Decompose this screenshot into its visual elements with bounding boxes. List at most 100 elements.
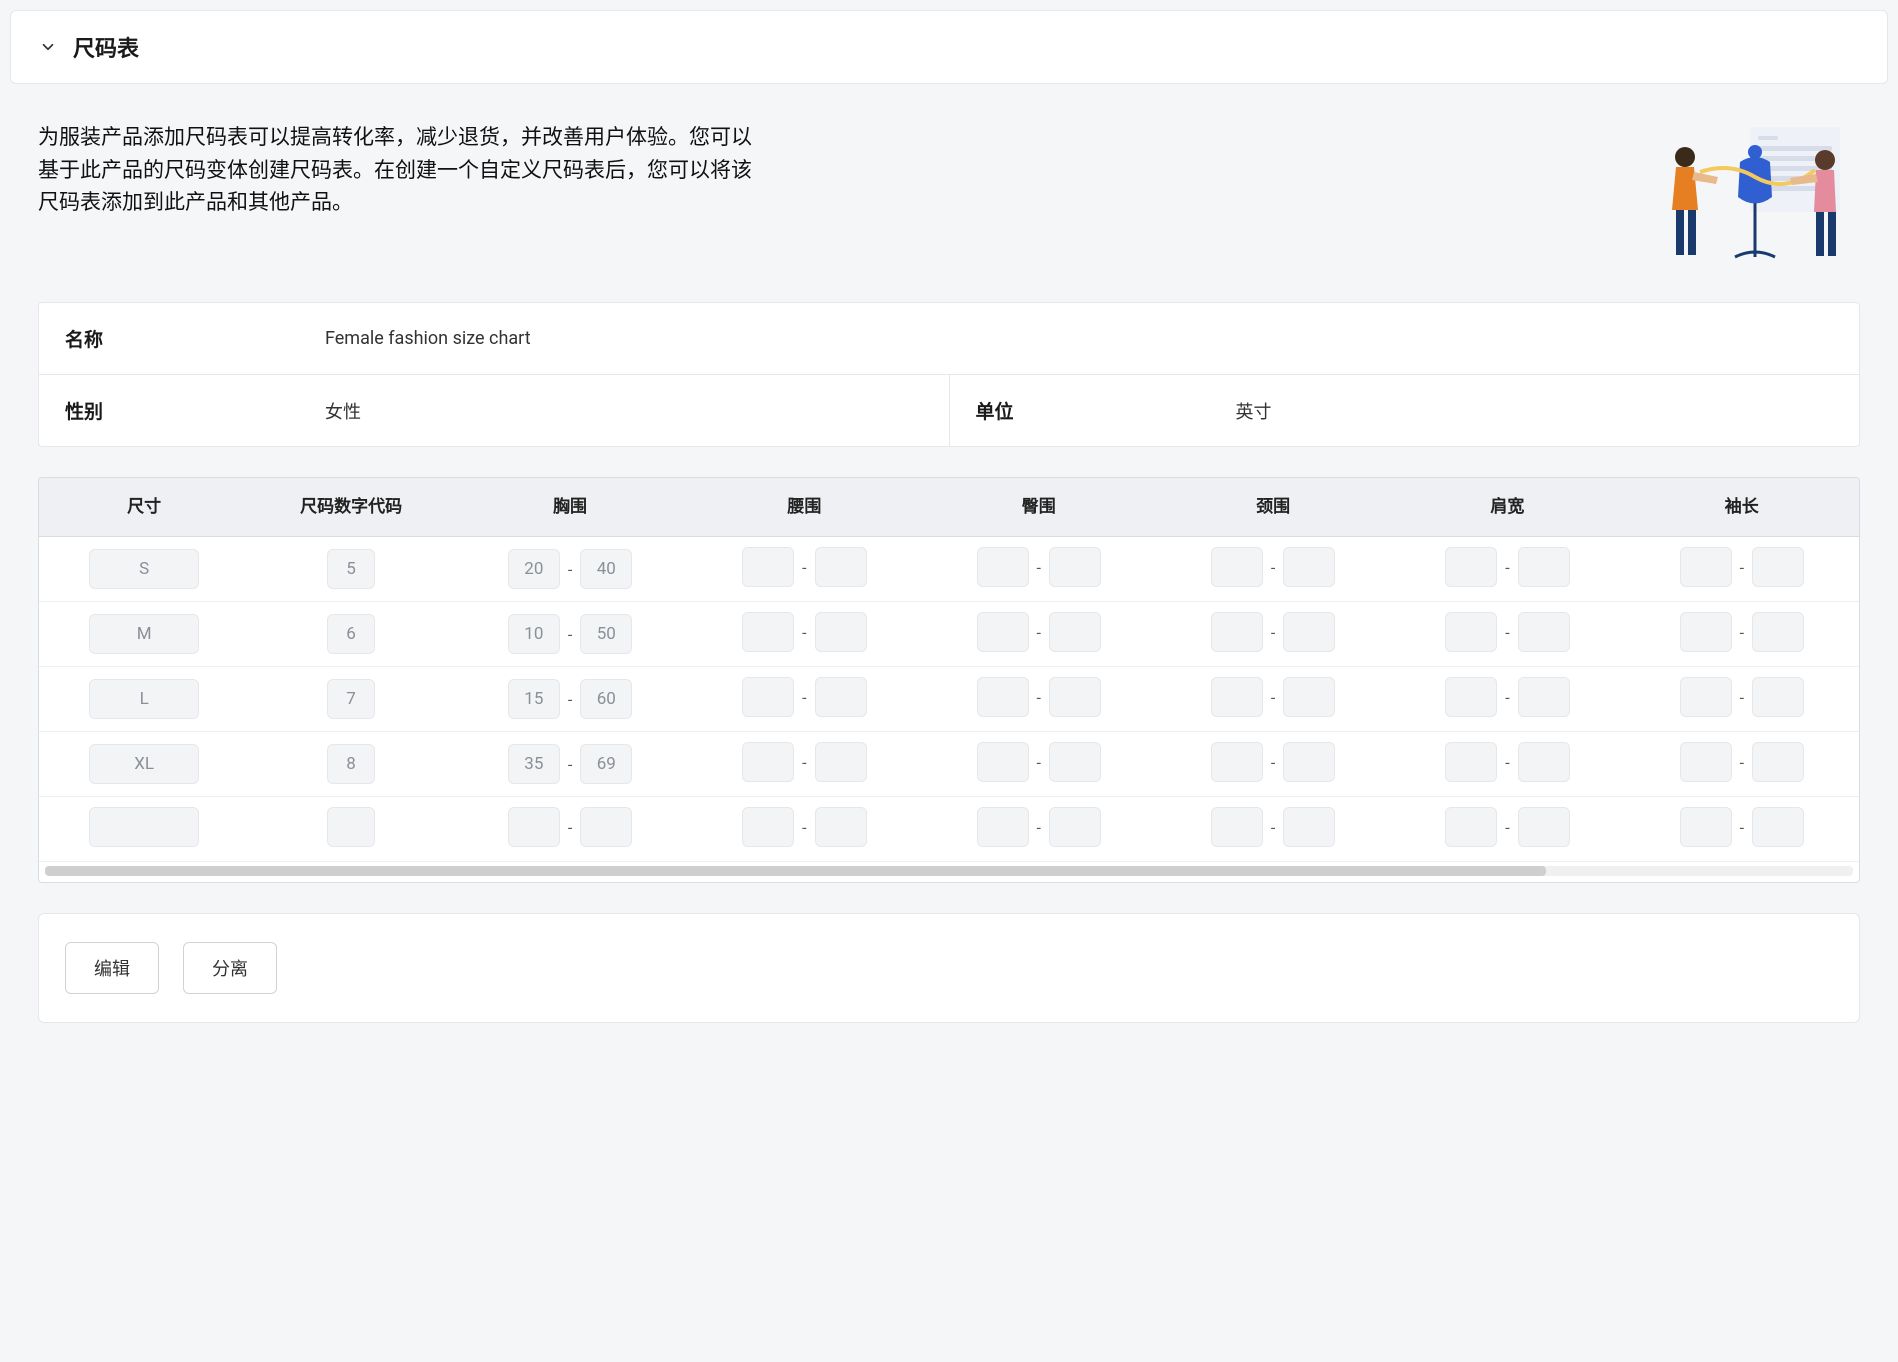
neck-min-input[interactable] xyxy=(1211,612,1263,652)
code-input[interactable] xyxy=(327,807,375,847)
bust-min-input[interactable] xyxy=(508,807,560,847)
neck-range: - xyxy=(1211,677,1335,717)
bust-max-input[interactable]: 60 xyxy=(580,679,632,719)
section-header[interactable]: 尺码表 xyxy=(10,10,1888,84)
range-dash: - xyxy=(1740,688,1744,707)
sleeve-max-input[interactable] xyxy=(1752,807,1804,847)
hip-max-input[interactable] xyxy=(1049,547,1101,587)
horizontal-scrollbar[interactable] xyxy=(45,866,1853,876)
hip-max-input[interactable] xyxy=(1049,742,1101,782)
range-dash: - xyxy=(1037,753,1041,772)
sleeve-min-input[interactable] xyxy=(1680,612,1732,652)
shoulder-min-input[interactable] xyxy=(1445,547,1497,587)
waist-max-input[interactable] xyxy=(815,677,867,717)
neck-max-input[interactable] xyxy=(1283,807,1335,847)
waist-min-input[interactable] xyxy=(742,612,794,652)
bust-max-input[interactable]: 50 xyxy=(580,614,632,654)
waist-max-input[interactable] xyxy=(815,612,867,652)
bust-range: 10-50 xyxy=(508,614,632,654)
intro-text: 为服装产品添加尺码表可以提高转化率，减少退货，并改善用户体验。您可以基于此产品的… xyxy=(38,122,758,220)
neck-min-input[interactable] xyxy=(1211,677,1263,717)
bust-min-input[interactable]: 35 xyxy=(508,744,560,784)
size-input[interactable]: XL xyxy=(89,744,199,784)
shoulder-range: - xyxy=(1445,612,1569,652)
range-dash: - xyxy=(1505,623,1509,642)
sleeve-range: - xyxy=(1680,612,1804,652)
code-input[interactable]: 8 xyxy=(327,744,375,784)
shoulder-min-input[interactable] xyxy=(1445,612,1497,652)
neck-min-input[interactable] xyxy=(1211,742,1263,782)
shoulder-max-input[interactable] xyxy=(1518,807,1570,847)
bust-max-input[interactable]: 69 xyxy=(580,744,632,784)
shoulder-max-input[interactable] xyxy=(1518,547,1570,587)
sleeve-min-input[interactable] xyxy=(1680,742,1732,782)
code-input[interactable]: 5 xyxy=(327,549,375,589)
code-input[interactable]: 6 xyxy=(327,614,375,654)
hip-min-input[interactable] xyxy=(977,677,1029,717)
waist-range: - xyxy=(742,742,866,782)
shoulder-min-input[interactable] xyxy=(1445,807,1497,847)
hip-min-input[interactable] xyxy=(977,742,1029,782)
sleeve-max-input[interactable] xyxy=(1752,612,1804,652)
hip-min-input[interactable] xyxy=(977,547,1029,587)
scrollbar-thumb[interactable] xyxy=(45,866,1546,876)
range-dash: - xyxy=(568,690,572,709)
sleeve-max-input[interactable] xyxy=(1752,677,1804,717)
waist-min-input[interactable] xyxy=(742,742,794,782)
sleeve-min-input[interactable] xyxy=(1680,677,1732,717)
bust-max-input[interactable]: 40 xyxy=(580,549,632,589)
waist-max-input[interactable] xyxy=(815,742,867,782)
sleeve-max-input[interactable] xyxy=(1752,547,1804,587)
hip-min-input[interactable] xyxy=(977,612,1029,652)
waist-min-input[interactable] xyxy=(742,547,794,587)
waist-range: - xyxy=(742,807,866,847)
range-dash: - xyxy=(568,818,572,837)
waist-min-input[interactable] xyxy=(742,677,794,717)
hip-range: - xyxy=(977,807,1101,847)
neck-min-input[interactable] xyxy=(1211,547,1263,587)
detach-button[interactable]: 分离 xyxy=(183,942,277,994)
range-dash: - xyxy=(802,558,806,577)
hip-max-input[interactable] xyxy=(1049,612,1101,652)
bust-range: 20-40 xyxy=(508,549,632,589)
neck-max-input[interactable] xyxy=(1283,547,1335,587)
range-dash: - xyxy=(1740,558,1744,577)
size-input[interactable] xyxy=(89,807,199,847)
table-header-row: 尺寸 尺码数字代码 胸围 腰围 臀围 颈围 肩宽 袖长 xyxy=(39,478,1859,537)
shoulder-max-input[interactable] xyxy=(1518,742,1570,782)
shoulder-min-input[interactable] xyxy=(1445,677,1497,717)
bust-min-input[interactable]: 20 xyxy=(508,549,560,589)
bust-min-input[interactable]: 15 xyxy=(508,679,560,719)
range-dash: - xyxy=(1271,623,1275,642)
waist-max-input[interactable] xyxy=(815,807,867,847)
sleeve-min-input[interactable] xyxy=(1680,547,1732,587)
actions-card: 编辑 分离 xyxy=(38,913,1860,1023)
neck-max-input[interactable] xyxy=(1283,612,1335,652)
neck-max-input[interactable] xyxy=(1283,742,1335,782)
size-input[interactable]: M xyxy=(89,614,199,654)
edit-button[interactable]: 编辑 xyxy=(65,942,159,994)
range-dash: - xyxy=(1505,818,1509,837)
table-row: XL835-69----- xyxy=(39,732,1859,797)
waist-min-input[interactable] xyxy=(742,807,794,847)
range-dash: - xyxy=(1037,818,1041,837)
sleeve-max-input[interactable] xyxy=(1752,742,1804,782)
shoulder-max-input[interactable] xyxy=(1518,677,1570,717)
size-input[interactable]: L xyxy=(89,679,199,719)
hip-max-input[interactable] xyxy=(1049,677,1101,717)
neck-min-input[interactable] xyxy=(1211,807,1263,847)
bust-max-input[interactable] xyxy=(580,807,632,847)
neck-max-input[interactable] xyxy=(1283,677,1335,717)
neck-range: - xyxy=(1211,547,1335,587)
hip-min-input[interactable] xyxy=(977,807,1029,847)
shoulder-max-input[interactable] xyxy=(1518,612,1570,652)
shoulder-min-input[interactable] xyxy=(1445,742,1497,782)
code-input[interactable]: 7 xyxy=(327,679,375,719)
meta-name-value: Female fashion size chart xyxy=(165,328,1833,349)
sleeve-min-input[interactable] xyxy=(1680,807,1732,847)
size-input[interactable]: S xyxy=(89,549,199,589)
waist-max-input[interactable] xyxy=(815,547,867,587)
waist-range: - xyxy=(742,677,866,717)
bust-min-input[interactable]: 10 xyxy=(508,614,560,654)
hip-max-input[interactable] xyxy=(1049,807,1101,847)
